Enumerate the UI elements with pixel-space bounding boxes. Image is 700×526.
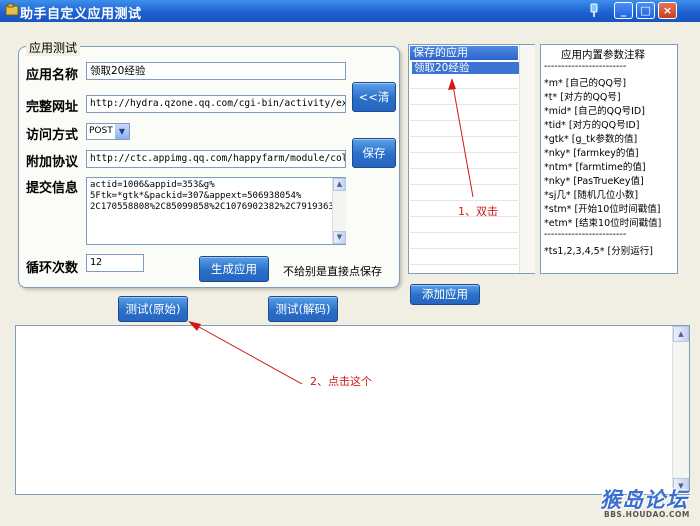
- note-line: *mid* [自己的QQ号ID]: [544, 106, 645, 117]
- output-textarea[interactable]: ▲ ▼: [15, 325, 690, 495]
- list-gridline: [410, 200, 518, 201]
- note-line: *ntm* [farmtime的值]: [544, 162, 646, 173]
- list-gridline: [410, 104, 518, 105]
- test-decode-button[interactable]: 测试(解码): [268, 296, 338, 322]
- note-line: *sj几* [随机几位小数]: [544, 190, 639, 201]
- list-gridline: [410, 232, 518, 233]
- note-line: *ts1,2,3,4,5* [分别运行]: [544, 246, 653, 257]
- list-gridline: [410, 120, 518, 121]
- save-hint-text: 不给别是直接点保存: [283, 265, 382, 278]
- submit-info-textarea[interactable]: actid=1006&appid=353&g% 5Ftk=*gtk*&packi…: [86, 177, 346, 245]
- list-gridline: [410, 88, 518, 89]
- notes-title: 应用内置参数注释: [561, 49, 645, 61]
- note-line: *m* [自己的QQ号]: [544, 78, 627, 89]
- note-line: ------------------------: [544, 229, 627, 240]
- app-name-label: 应用名称: [26, 68, 79, 83]
- saved-apps-scrollbar[interactable]: [519, 45, 535, 273]
- note-line: *etm* [结束10位时间戳值]: [544, 218, 662, 229]
- note-line: *nky* [PasTrueKey值]: [544, 176, 644, 187]
- chevron-down-icon[interactable]: ▼: [115, 124, 129, 139]
- annotation-step1: 1、双击: [458, 205, 498, 218]
- method-select[interactable]: POST ▼: [86, 123, 130, 140]
- close-button[interactable]: ×: [658, 2, 677, 19]
- submit-info-line: 2C170558808%2C85099858%2C1076902382%2C79…: [90, 202, 334, 212]
- save-button[interactable]: 保存>>: [352, 138, 396, 188]
- param-notes-panel: 应用内置参数注释 ------------------------ *m* [自…: [540, 44, 678, 274]
- list-gridline: [410, 248, 518, 249]
- watermark-logo: 猴岛论坛 BBS.HOUDAO.COM: [600, 484, 696, 524]
- clear-button[interactable]: <<清空: [352, 82, 396, 132]
- scroll-down-icon[interactable]: ▼: [333, 231, 346, 244]
- annotation-step2: 2、点击这个: [310, 375, 372, 388]
- maximize-button[interactable]: □: [636, 2, 655, 19]
- app-window: 助手自定义应用测试 _ □ × 应用测试 应用名称 领取20经验 完整网址 ht…: [0, 0, 700, 526]
- method-value: POST: [89, 126, 113, 136]
- pin-icon[interactable]: [588, 3, 600, 18]
- list-gridline: [410, 184, 518, 185]
- list-gridline: [410, 136, 518, 137]
- note-line: *t* [对方的QQ号]: [544, 92, 621, 103]
- submit-info-line: actid=1006&appid=353&g%: [90, 180, 215, 190]
- groupbox-title: 应用测试: [26, 39, 81, 56]
- extra-protocol-input[interactable]: http://ctc.appimg.qq.com/happyfarm/modul…: [86, 150, 346, 168]
- list-gridline: [410, 264, 518, 265]
- full-url-input[interactable]: http://hydra.qzone.qq.com/cgi-bin/activi…: [86, 95, 346, 113]
- minimize-button[interactable]: _: [614, 2, 633, 19]
- submit-info-scrollbar[interactable]: ▲ ▼: [332, 178, 346, 244]
- method-label: 访问方式: [26, 128, 79, 143]
- submit-info-line: 5Ftk=*gtk*&packid=307&appext=506938054%: [90, 191, 302, 201]
- saved-apps-listbox[interactable]: 保存的应用 领取20经验: [408, 44, 535, 274]
- scroll-up-icon[interactable]: ▲: [333, 178, 346, 191]
- loop-count-label: 循环次数: [26, 261, 79, 276]
- app-name-input[interactable]: 领取20经验: [86, 62, 346, 80]
- note-line: *nky* [farmkey的值]: [544, 148, 639, 159]
- full-url-label: 完整网址: [26, 100, 79, 115]
- extra-protocol-label: 附加协议: [26, 155, 79, 170]
- test-raw-button[interactable]: 测试(原始): [118, 296, 188, 322]
- note-line: ------------------------: [544, 61, 627, 72]
- add-app-button[interactable]: 添加应用: [410, 284, 480, 305]
- scroll-up-icon[interactable]: ▲: [673, 326, 689, 342]
- output-scrollbar[interactable]: ▲ ▼: [672, 326, 689, 494]
- loop-count-input[interactable]: 12: [86, 254, 144, 272]
- list-gridline: [410, 152, 518, 153]
- watermark-subtext: BBS.HOUDAO.COM: [604, 510, 690, 519]
- list-gridline: [410, 168, 518, 169]
- generate-app-button[interactable]: 生成应用: [199, 256, 269, 282]
- note-line: *tid* [对方的QQ号ID]: [544, 120, 640, 131]
- note-line: *gtk* [g_tk参数的值]: [544, 134, 638, 145]
- title-bar[interactable]: 助手自定义应用测试 _ □ ×: [0, 0, 700, 22]
- note-line: *stm* [开始10位时间戳值]: [544, 204, 661, 215]
- window-title: 助手自定义应用测试: [20, 7, 142, 22]
- saved-app-item[interactable]: 领取20经验: [412, 62, 530, 74]
- saved-apps-header: 保存的应用: [410, 46, 518, 60]
- app-icon: [5, 3, 19, 16]
- submit-info-label: 提交信息: [26, 181, 79, 196]
